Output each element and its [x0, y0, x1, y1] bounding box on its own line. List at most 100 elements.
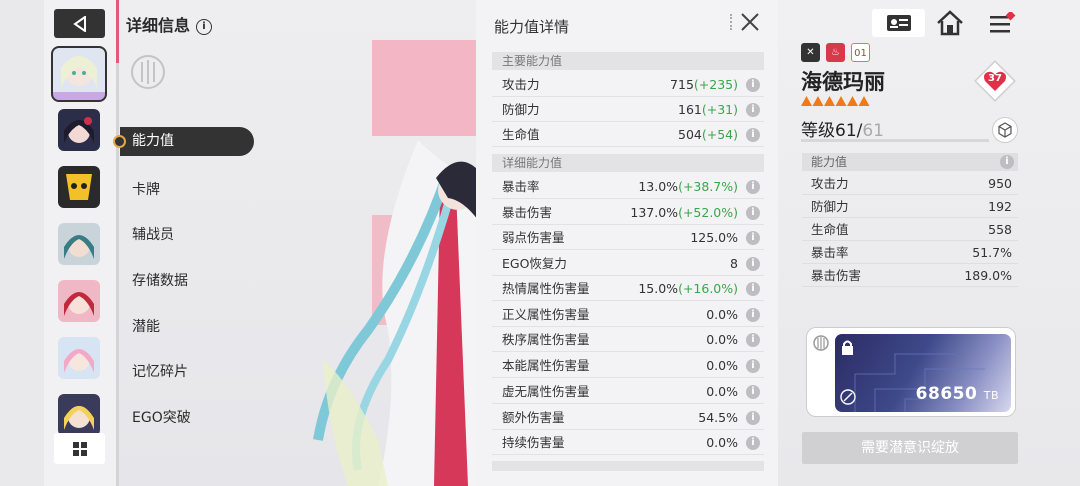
- stat-base: 8: [730, 256, 738, 271]
- menu-button[interactable]: [990, 10, 1016, 34]
- unlock-button[interactable]: 需要潜意识绽放: [802, 432, 1018, 464]
- stat-row: 弱点伤害量 125.0% i: [492, 225, 764, 250]
- stat-value: 0.0%: [706, 353, 738, 378]
- stat-bonus: (+31): [701, 102, 738, 117]
- stat-label: EGO恢复力: [502, 256, 567, 271]
- stat-label: 暴击率: [502, 179, 540, 194]
- nav-item-label: EGO突破: [132, 410, 191, 426]
- stat-value: 715(+235): [670, 72, 738, 97]
- stat-base: 0.0%: [706, 384, 738, 399]
- stat-value: 504(+54): [678, 122, 738, 147]
- accent-divider: [116, 0, 119, 486]
- nav-item-label: 存储数据: [132, 273, 188, 289]
- info-icon[interactable]: i: [746, 411, 760, 425]
- info-icon[interactable]: i: [746, 436, 760, 450]
- info-icon[interactable]: i: [746, 359, 760, 373]
- affection-badge[interactable]: 37: [974, 60, 1016, 102]
- nav-item-storage[interactable]: 存储数据: [132, 270, 188, 290]
- panel-title: 能力值详情: [494, 18, 570, 36]
- home-icon: [937, 10, 963, 36]
- nav-item-cards[interactable]: 卡牌: [132, 179, 160, 199]
- stat-bonus: (+38.7%): [678, 179, 738, 194]
- stat-detail-panel: 能力值详情 主要能力值 攻击力 715(+235) i 防御力 161(+31) i 生…: [476, 0, 778, 486]
- level-current: 等级61/: [801, 121, 863, 141]
- info-icon[interactable]: i: [746, 231, 760, 245]
- info-icon[interactable]: i: [746, 180, 760, 194]
- stat-row: 生命值 558: [802, 218, 1018, 241]
- menu-icon: [990, 10, 1016, 33]
- grid-icon: [72, 441, 87, 456]
- stat-value: 0.0%: [706, 379, 738, 404]
- character-avatar[interactable]: [58, 280, 100, 322]
- info-icon[interactable]: i: [196, 19, 213, 35]
- stat-row: 本能属性伤害量 0.0% i: [492, 353, 764, 378]
- character-avatar[interactable]: [58, 223, 100, 265]
- attribute-icon: [840, 389, 856, 405]
- section-header: 详细能力值: [492, 154, 764, 172]
- stat-label: 生命值: [811, 222, 849, 237]
- info-icon[interactable]: i: [746, 282, 760, 296]
- stat-base: 13.0%: [638, 179, 679, 194]
- stat-base: 54.5%: [698, 410, 738, 425]
- cube-button[interactable]: [992, 117, 1018, 143]
- stat-base: 137.0%: [630, 205, 679, 220]
- stat-value: 125.0%: [690, 225, 738, 250]
- page-title-text: 详细信息: [126, 16, 191, 35]
- stat-base: 15.0%: [638, 281, 679, 296]
- nav-item-memory[interactable]: 记忆碎片: [132, 361, 188, 381]
- stat-base: 0.0%: [706, 307, 738, 322]
- stat-value: 950: [988, 176, 1012, 191]
- profile-card-button[interactable]: [872, 9, 925, 37]
- info-icon[interactable]: i: [746, 308, 760, 322]
- character-avatar-selected[interactable]: [51, 46, 107, 102]
- stat-value: 8: [730, 251, 738, 276]
- info-icon[interactable]: i: [746, 206, 760, 220]
- star-rating: [801, 96, 871, 110]
- stat-value: 0.0%: [706, 327, 738, 352]
- stat-label: 防御力: [811, 199, 849, 214]
- section-label: 能力值: [811, 155, 848, 169]
- stat-label: 生命值: [502, 127, 540, 142]
- stat-value: 0.0%: [706, 302, 738, 327]
- character-avatar[interactable]: [58, 394, 100, 436]
- stat-label: 虚无属性伤害量: [502, 384, 590, 399]
- nav-item-stats[interactable]: 能力值: [113, 127, 254, 156]
- divider: [730, 14, 732, 30]
- stat-value: 0.0%: [706, 430, 738, 455]
- stat-row: 正义属性伤害量 0.0% i: [492, 302, 764, 327]
- character-avatar[interactable]: [58, 109, 100, 151]
- back-button[interactable]: [54, 9, 105, 38]
- nav-item-ego[interactable]: EGO突破: [132, 407, 191, 427]
- section-header-cutoff: [492, 461, 764, 471]
- stat-row: 攻击力 715(+235) i: [492, 72, 764, 97]
- stat-label: 暴击伤害: [502, 205, 553, 220]
- grid-view-button[interactable]: [54, 433, 105, 464]
- section-header: 主要能力值: [492, 52, 764, 70]
- stat-value: 51.7%: [972, 245, 1012, 260]
- nav-item-potential[interactable]: 潜能: [132, 316, 160, 336]
- stat-row: EGO恢复力 8 i: [492, 251, 764, 276]
- profile-card-icon: [886, 15, 911, 31]
- nav-item-support[interactable]: 辅战员: [132, 224, 174, 244]
- info-icon[interactable]: i: [746, 257, 760, 271]
- info-icon[interactable]: i: [746, 333, 760, 347]
- character-avatar[interactable]: [58, 337, 100, 379]
- stat-bonus: (+52.0%): [678, 205, 738, 220]
- stat-value: 189.0%: [964, 268, 1012, 283]
- info-icon[interactable]: i: [746, 78, 760, 92]
- section-header: 能力值 i: [802, 153, 1018, 171]
- close-button[interactable]: [740, 12, 760, 38]
- stat-label: 攻击力: [502, 77, 540, 92]
- info-icon[interactable]: i: [746, 103, 760, 117]
- info-icon[interactable]: i: [1000, 155, 1014, 169]
- info-icon[interactable]: i: [746, 385, 760, 399]
- home-button[interactable]: [936, 10, 966, 38]
- stat-row: 攻击力 950: [802, 172, 1018, 195]
- stat-value: 192: [988, 199, 1012, 214]
- memory-slot[interactable]: 68650 TB: [806, 327, 1016, 417]
- stat-label: 本能属性伤害量: [502, 358, 590, 373]
- character-avatar[interactable]: [58, 166, 100, 208]
- stat-base: 715: [670, 77, 694, 92]
- stat-row: 暴击率 13.0%(+38.7%) i: [492, 174, 764, 199]
- info-icon[interactable]: i: [746, 128, 760, 142]
